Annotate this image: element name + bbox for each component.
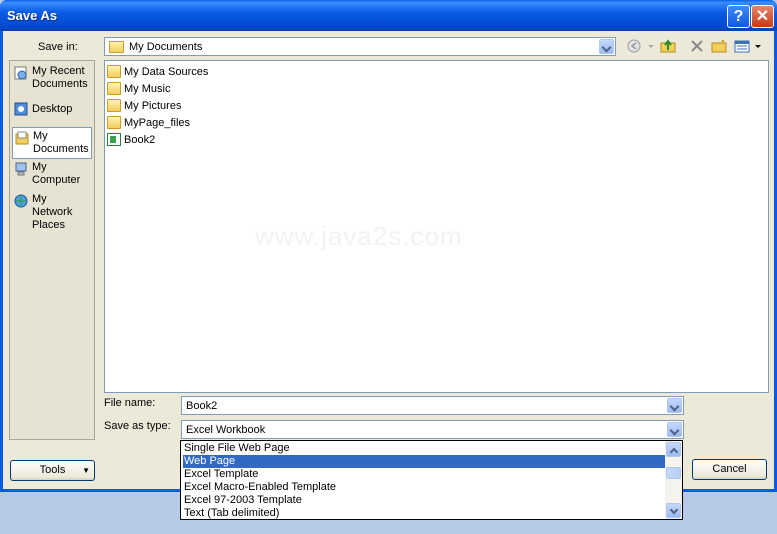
- watermark: www.java2s.com: [255, 221, 463, 251]
- places-bar: My Recent Documents Desktop My Documents…: [9, 60, 95, 440]
- help-button[interactable]: ?: [727, 5, 750, 28]
- save-as-type-label: Save as type:: [104, 420, 171, 432]
- list-item[interactable]: Text (Tab delimited): [183, 507, 667, 520]
- up-folder-icon[interactable]: [660, 39, 676, 53]
- folder-icon: [107, 99, 121, 112]
- file-name-label: File name:: [104, 397, 156, 409]
- save-as-type-dropdown[interactable]: Excel Workbook: [181, 420, 684, 439]
- place-label: My Network Places: [32, 193, 73, 231]
- my-documents-icon: [15, 131, 29, 145]
- scroll-up-icon[interactable]: [666, 442, 681, 457]
- folder-icon: [107, 65, 121, 78]
- file-name: Book2: [124, 134, 156, 146]
- chevron-down-icon[interactable]: [667, 422, 682, 437]
- save-in-dropdown[interactable]: My Documents: [104, 37, 616, 56]
- file-name: My Data Sources: [124, 66, 209, 78]
- back-icon[interactable]: [627, 39, 643, 53]
- tools-label: Tools: [39, 464, 66, 476]
- scroll-thumb[interactable]: [666, 467, 681, 479]
- my-computer-icon: [14, 162, 28, 176]
- tools-dropdown-icon: ▼: [82, 466, 90, 475]
- dialog-body: Save in: My Documents My Recent Document…: [3, 31, 774, 489]
- window-title: Save As: [7, 8, 58, 23]
- chevron-down-icon[interactable]: [599, 39, 614, 54]
- title-bar[interactable]: Save As ? ✕: [0, 0, 777, 31]
- save-as-window: Save As ? ✕ Save in: My Documents My Rec…: [0, 0, 777, 492]
- file-name: My Pictures: [124, 100, 182, 112]
- views-dropdown-icon[interactable]: [754, 39, 762, 53]
- file-name-field[interactable]: Book2: [181, 396, 684, 415]
- new-folder-icon[interactable]: [711, 39, 727, 53]
- place-my-computer[interactable]: My Computer: [12, 159, 92, 191]
- place-label: Desktop: [32, 103, 73, 115]
- list-item[interactable]: Single File Web Page: [183, 442, 667, 455]
- list-item[interactable]: Excel Template: [183, 468, 667, 481]
- place-my-network-places[interactable]: My Network Places: [12, 191, 92, 231]
- chevron-down-icon[interactable]: [667, 398, 682, 413]
- close-button[interactable]: ✕: [751, 5, 774, 28]
- file-name: My Music: [124, 83, 171, 95]
- cancel-button[interactable]: Cancel: [692, 459, 767, 480]
- place-label: My Computer: [32, 161, 81, 186]
- recent-documents-icon: [14, 66, 28, 80]
- folder-icon: [107, 82, 121, 95]
- save-in-value: My Documents: [129, 41, 203, 53]
- file-list[interactable]: www.java2s.com My Data Sources My Music …: [104, 60, 769, 393]
- file-name-value: Book2: [186, 400, 218, 412]
- list-item[interactable]: Excel Macro-Enabled Template: [183, 481, 667, 494]
- place-label: My Recent Documents: [32, 65, 88, 90]
- my-documents-icon: [109, 41, 124, 53]
- vertical-scrollbar[interactable]: [665, 441, 682, 519]
- place-my-recent-documents[interactable]: My Recent Documents: [12, 63, 92, 95]
- excel-file-icon: [107, 133, 121, 146]
- list-item[interactable]: Excel 97-2003 Template: [183, 494, 667, 507]
- scroll-down-icon[interactable]: [666, 503, 681, 518]
- list-item-selected[interactable]: Web Page: [183, 455, 667, 468]
- desktop-icon: [14, 102, 28, 116]
- save-in-label: Save in:: [38, 41, 78, 53]
- folder-icon: [107, 116, 121, 129]
- network-places-icon: [14, 194, 28, 208]
- place-label: My Documents: [33, 130, 89, 155]
- tools-button[interactable]: Tools ▼: [10, 460, 95, 481]
- back-dropdown-icon[interactable]: [647, 39, 655, 53]
- save-as-type-listbox[interactable]: Single File Web Page Web Page Excel Temp…: [180, 440, 683, 520]
- file-name: MyPage_files: [124, 117, 191, 129]
- delete-icon[interactable]: [689, 39, 705, 53]
- place-my-documents[interactable]: My Documents: [12, 127, 92, 159]
- save-as-type-value: Excel Workbook: [186, 424, 266, 436]
- views-icon[interactable]: [734, 39, 750, 53]
